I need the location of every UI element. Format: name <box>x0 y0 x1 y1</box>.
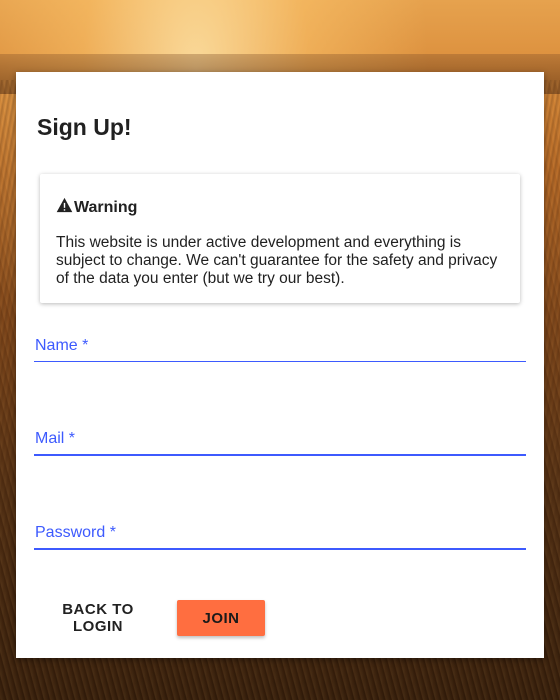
warning-icon <box>56 197 74 218</box>
name-field[interactable]: Name * <box>34 337 530 363</box>
warning-box: Warning This website is under active dev… <box>40 174 520 303</box>
back-to-login-button[interactable]: BACK TO LOGIN <box>36 600 160 636</box>
password-field[interactable]: Password * <box>34 524 530 550</box>
warning-text: This website is under active development… <box>56 234 498 287</box>
mail-field[interactable]: Mail * <box>34 430 530 456</box>
warning-title: Warning <box>74 198 138 216</box>
name-input[interactable] <box>34 337 530 363</box>
page-title: Sign Up! <box>37 114 132 140</box>
mail-input[interactable] <box>34 430 530 456</box>
warning-header: Warning <box>56 197 504 218</box>
password-input[interactable] <box>34 524 530 550</box>
signup-card: Sign Up! Warning This website is under a… <box>16 72 544 658</box>
join-button[interactable]: JOIN <box>177 600 265 636</box>
